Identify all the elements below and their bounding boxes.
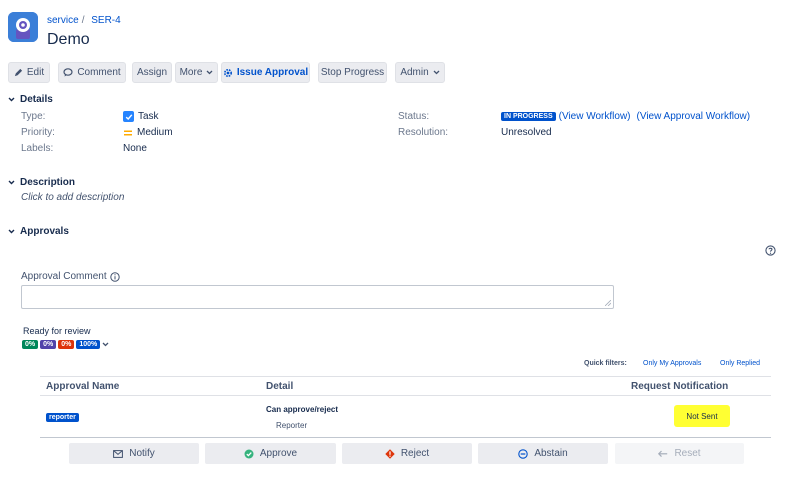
breadcrumb-issue-key[interactable]: SER-4 xyxy=(91,15,120,26)
details-heading: Details xyxy=(20,94,53,105)
task-icon xyxy=(123,111,134,122)
abstain-button[interactable]: Abstain xyxy=(478,443,608,464)
approval-progress[interactable]: 0% 0% 0% 100% xyxy=(22,340,109,349)
progress-abstained: 0% xyxy=(40,340,57,349)
progress-approved: 0% xyxy=(22,340,39,349)
approval-comment-textarea[interactable] xyxy=(21,285,614,309)
type-value[interactable]: Task xyxy=(123,111,159,122)
check-circle-icon xyxy=(244,449,254,458)
admin-dropdown[interactable]: Admin xyxy=(395,62,445,83)
resize-handle-icon[interactable] xyxy=(605,300,611,306)
status-lozenge[interactable]: IN PROGRESS xyxy=(501,112,556,121)
description-heading: Description xyxy=(20,177,76,188)
table-bottom-divider xyxy=(40,437,771,438)
description-section-toggle[interactable]: Description xyxy=(8,177,75,188)
notification-status: Not Sent xyxy=(674,405,730,427)
approve-button[interactable]: Approve xyxy=(205,443,336,464)
priority-label: Priority: xyxy=(21,127,55,138)
details-section-toggle[interactable]: Details xyxy=(8,94,53,105)
issue-approval-button[interactable]: Issue Approval xyxy=(221,62,310,83)
error-icon xyxy=(385,448,395,459)
breadcrumb-project[interactable]: service xyxy=(47,15,79,26)
column-header-detail: Detail xyxy=(266,381,294,392)
labels-value[interactable]: None xyxy=(123,143,147,154)
reject-button[interactable]: Reject xyxy=(342,443,472,464)
project-avatar[interactable] xyxy=(8,12,38,42)
info-icon[interactable] xyxy=(109,271,120,282)
chevron-down-icon xyxy=(433,70,440,75)
status-value: IN PROGRESS (View Workflow) (View Approv… xyxy=(501,111,750,122)
chevron-down-icon xyxy=(206,70,213,75)
resolution-label: Resolution: xyxy=(398,127,449,138)
table-top-divider xyxy=(40,376,771,377)
pencil-icon xyxy=(14,68,22,77)
detail-title: Can approve/reject xyxy=(266,405,339,414)
view-workflow-link[interactable]: (View Workflow) xyxy=(559,111,631,122)
progress-rejected: 0% xyxy=(58,340,75,349)
type-label: Type: xyxy=(21,111,46,122)
column-header-request-notification: Request Notification xyxy=(631,381,729,392)
chevron-down-icon[interactable] xyxy=(102,342,109,347)
comment-icon xyxy=(63,68,73,77)
column-header-approval-name: Approval Name xyxy=(46,381,120,392)
chevron-down-icon xyxy=(8,229,15,234)
ready-for-review-label: Ready for review xyxy=(23,326,91,336)
chevron-down-icon xyxy=(8,97,15,102)
approver-badge: reporter xyxy=(46,413,79,422)
more-dropdown[interactable]: More xyxy=(175,62,218,83)
resolution-value: Unresolved xyxy=(501,127,552,138)
only-replied-filter[interactable]: Only Replied xyxy=(720,360,760,367)
gear-icon xyxy=(223,68,232,77)
assign-button[interactable]: Assign xyxy=(132,62,172,83)
priority-medium-icon xyxy=(124,130,132,135)
minus-circle-icon xyxy=(518,448,529,459)
detail-approver: Reporter xyxy=(276,421,308,430)
envelope-icon xyxy=(113,449,124,458)
stop-progress-button[interactable]: Stop Progress xyxy=(318,62,387,83)
notify-button[interactable]: Notify xyxy=(69,443,199,464)
breadcrumb: service / SER-4 xyxy=(47,15,121,26)
edit-button[interactable]: Edit xyxy=(8,62,50,83)
project-avatar-icon xyxy=(8,12,38,42)
quick-filters-label: Quick filters: xyxy=(584,360,627,367)
only-my-approvals-filter[interactable]: Only My Approvals xyxy=(643,360,701,367)
issue-summary[interactable]: Demo xyxy=(47,31,90,49)
approvals-heading: Approvals xyxy=(20,226,69,237)
table-header-divider xyxy=(40,395,771,396)
progress-pending: 100% xyxy=(76,340,101,349)
undo-arrow-icon xyxy=(658,450,668,457)
reset-button[interactable]: Reset xyxy=(615,443,744,464)
priority-value[interactable]: Medium xyxy=(123,127,173,138)
description-placeholder[interactable]: Click to add description xyxy=(21,192,124,203)
view-approval-workflow-link[interactable]: (View Approval Workflow) xyxy=(637,111,751,122)
approval-comment-label: Approval Comment xyxy=(21,271,107,282)
status-label: Status: xyxy=(398,111,430,122)
chevron-down-icon xyxy=(8,180,15,185)
labels-label: Labels: xyxy=(21,143,54,154)
approvals-section-toggle[interactable]: Approvals xyxy=(8,226,69,237)
comment-button[interactable]: Comment xyxy=(58,62,126,83)
approval-comment-label-row: Approval Comment xyxy=(21,271,120,282)
help-icon[interactable] xyxy=(765,245,776,259)
